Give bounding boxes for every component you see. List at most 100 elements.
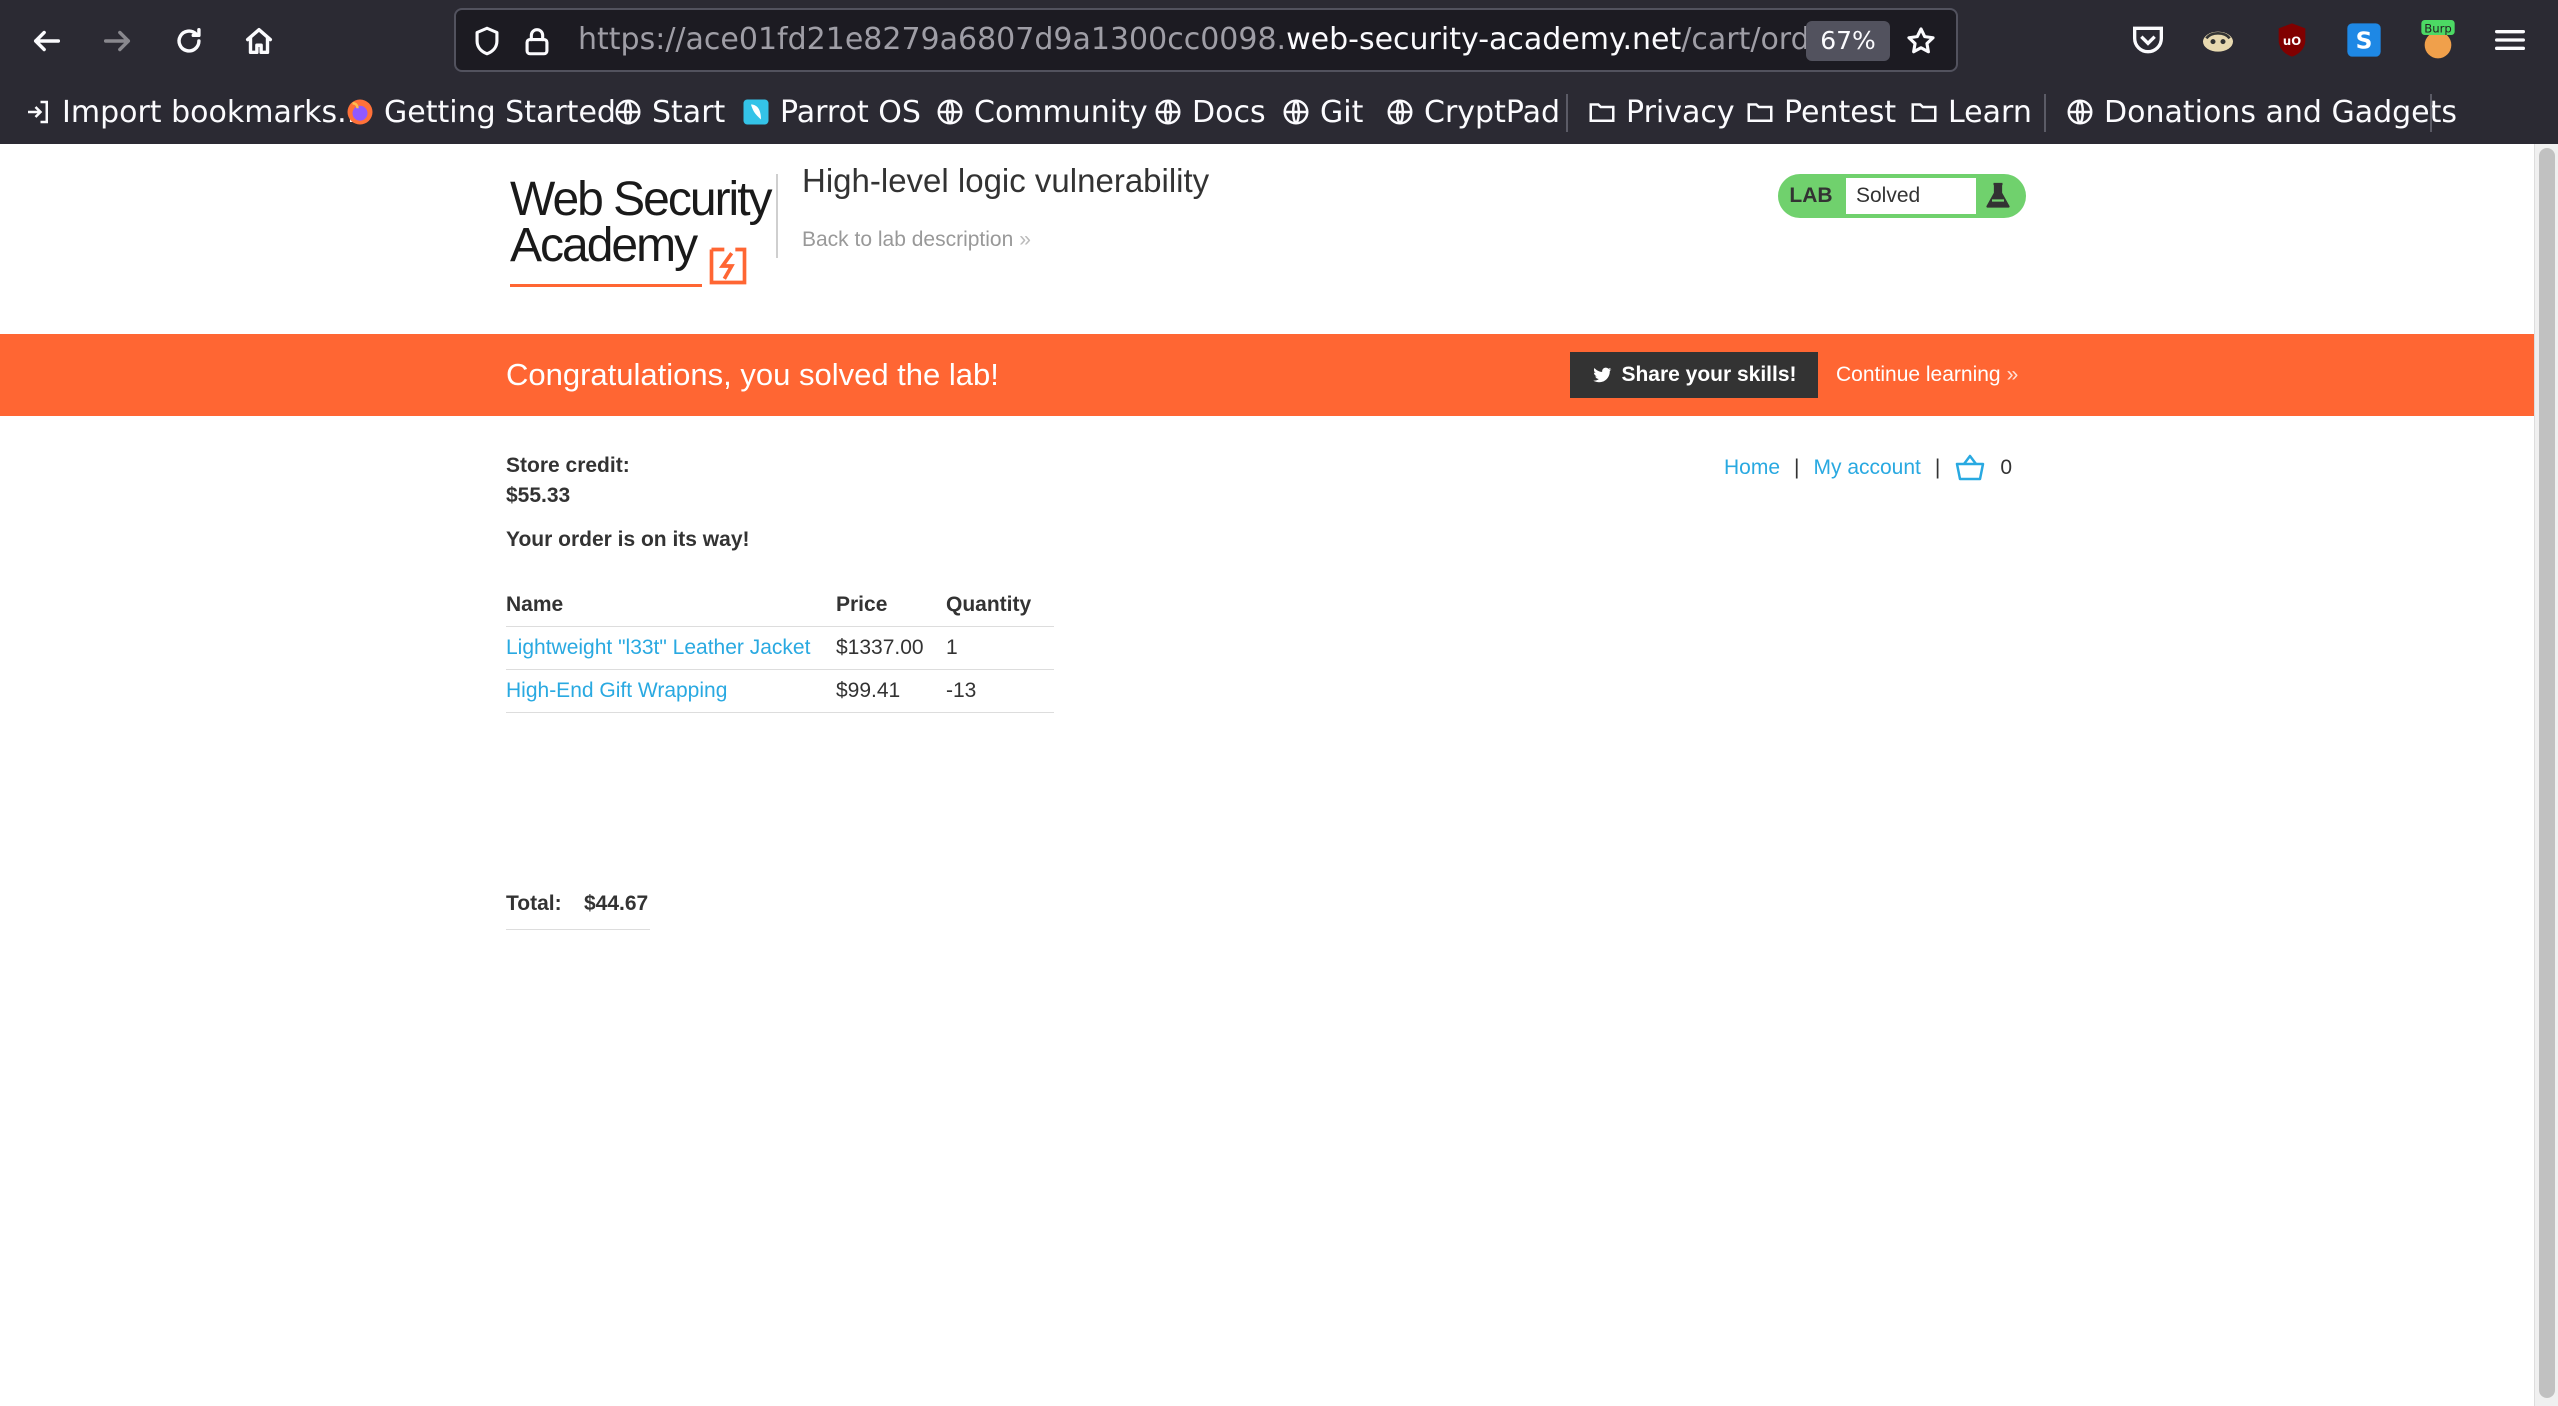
column-header-name: Name <box>506 584 836 627</box>
bookmark-getting-started[interactable]: Getting Started <box>344 84 616 140</box>
zoom-level[interactable]: 67% <box>1806 21 1890 61</box>
bookmark-import[interactable]: Import bookmarks... <box>22 84 366 140</box>
svg-text:uO: uO <box>2283 34 2301 48</box>
share-skills-button[interactable]: Share your skills! <box>1570 352 1818 398</box>
globe-icon <box>1280 96 1312 128</box>
double-chevron-right-icon: » <box>2006 363 2019 386</box>
bookmark-label: Getting Started <box>384 94 616 130</box>
bookmark-label: Parrot OS <box>780 94 921 130</box>
lab-status-text: Solved <box>1846 178 1976 214</box>
back-link-label: Back to lab description <box>802 228 1014 251</box>
url-host: web-security-academy.net <box>1286 22 1682 57</box>
table-row: Lightweight "l33t" Leather Jacket $1337.… <box>506 626 1054 670</box>
reload-button[interactable] <box>166 18 212 64</box>
url-prefix: https://ace01fd21e8279a6807d9a1300cc0098… <box>578 22 1287 57</box>
product-quantity: 1 <box>946 626 1054 670</box>
nav-separator: | <box>1934 456 1941 479</box>
bookmark-folder-learn[interactable]: Learn <box>1908 84 2032 140</box>
bookmark-label: Git <box>1320 94 1364 130</box>
burp-badge: Burp <box>2424 22 2452 36</box>
home-button[interactable] <box>236 18 282 64</box>
bookmark-separator <box>2430 94 2432 132</box>
home-link[interactable]: Home <box>1724 456 1780 480</box>
parrot-icon <box>740 96 772 128</box>
import-icon <box>22 96 54 128</box>
folder-icon <box>1908 96 1940 128</box>
column-header-price: Price <box>836 584 946 627</box>
bookmark-label: Start <box>652 94 726 130</box>
product-quantity: -13 <box>946 669 1054 713</box>
lock-icon[interactable] <box>520 24 554 58</box>
bookmark-separator <box>2044 94 2046 132</box>
bookmark-label: CryptPad <box>1424 94 1561 130</box>
product-link[interactable]: Lightweight "l33t" Leather Jacket <box>506 636 810 659</box>
s-extension-icon[interactable]: S <box>2344 20 2384 60</box>
lab-status-badge: LAB Solved <box>1778 174 2026 218</box>
bookmark-start[interactable]: Start <box>612 84 725 140</box>
back-to-lab-description-link[interactable]: Back to lab description» <box>802 228 1031 252</box>
logo-bolt-icon <box>709 247 747 285</box>
bookmark-docs[interactable]: Docs <box>1152 84 1266 140</box>
banner-message: Congratulations, you solved the lab! <box>506 357 999 392</box>
shield-icon[interactable] <box>470 24 504 58</box>
globe-icon <box>934 96 966 128</box>
store-credit-label: Store credit: <box>506 454 630 477</box>
share-button-label: Share your skills! <box>1621 363 1797 386</box>
globe-icon <box>1152 96 1184 128</box>
bookmark-parrot-os[interactable]: Parrot OS <box>740 84 921 140</box>
continue-learning-link[interactable]: Continue learning» <box>1836 334 2018 416</box>
bookmark-folder-privacy[interactable]: Privacy <box>1586 84 1735 140</box>
account-nav: Home | My account | 0 <box>1724 453 2012 483</box>
table-header-row: Name Price Quantity <box>506 584 1054 627</box>
bookmark-label: Import bookmarks... <box>62 94 366 130</box>
logo-line2: Academy <box>510 219 698 272</box>
extension-icon[interactable] <box>2198 20 2238 60</box>
web-security-academy-logo[interactable]: Web Security Academy <box>506 168 776 288</box>
menu-icon[interactable] <box>2490 20 2530 60</box>
header-divider <box>776 174 778 258</box>
home-icon <box>245 27 273 55</box>
ublock-origin-icon[interactable]: uO <box>2272 20 2312 60</box>
bookmark-label: Pentest <box>1784 94 1897 130</box>
browser-toolbar: https://ace01fd21e8279a6807d9a1300cc0098… <box>0 0 2558 82</box>
bookmark-cryptpad[interactable]: CryptPad <box>1384 84 1560 140</box>
page-content: Web Security Academy High-level logic vu… <box>0 144 2534 1406</box>
back-button[interactable] <box>24 18 70 64</box>
scrollbar-thumb[interactable] <box>2539 148 2555 1398</box>
total-label: Total: <box>506 892 562 915</box>
product-link[interactable]: High-End Gift Wrapping <box>506 679 727 702</box>
bookmark-git[interactable]: Git <box>1280 84 1363 140</box>
bookmark-folder-pentest[interactable]: Pentest <box>1744 84 1896 140</box>
solved-banner: Congratulations, you solved the lab! Sha… <box>0 334 2534 416</box>
burp-proxy-icon[interactable]: Burp <box>2418 20 2458 60</box>
folder-icon <box>1744 96 1776 128</box>
bookmark-label: Privacy <box>1626 94 1735 130</box>
reload-icon <box>177 27 201 53</box>
my-account-link[interactable]: My account <box>1814 456 1921 480</box>
url-text[interactable]: https://ace01fd21e8279a6807d9a1300cc0098… <box>578 10 1858 70</box>
address-bar[interactable]: https://ace01fd21e8279a6807d9a1300cc0098… <box>454 8 1958 72</box>
product-name-cell: High-End Gift Wrapping <box>506 669 836 713</box>
double-chevron-right-icon: » <box>1019 228 1031 251</box>
flask-icon <box>1986 182 2010 208</box>
logo-underline <box>510 284 702 287</box>
product-price: $1337.00 <box>836 626 946 670</box>
folder-icon <box>1586 96 1618 128</box>
page-scrollbar[interactable] <box>2534 144 2558 1406</box>
bookmark-community[interactable]: Community <box>934 84 1148 140</box>
arrow-right-icon <box>103 30 131 52</box>
bookmark-star-icon[interactable] <box>1904 24 1938 58</box>
arrow-left-icon <box>33 30 61 52</box>
globe-icon <box>2064 96 2096 128</box>
browser-chrome: https://ace01fd21e8279a6807d9a1300cc0098… <box>0 0 2558 144</box>
bookmark-donations[interactable]: Donations and Gadgets <box>2064 84 2457 140</box>
forward-button[interactable] <box>94 18 140 64</box>
lab-badge-label: LAB <box>1789 184 1833 207</box>
table-row: High-End Gift Wrapping $99.41 -13 <box>506 669 1054 713</box>
bookmark-label: Donations and Gadgets <box>2104 94 2458 130</box>
pocket-icon[interactable] <box>2128 20 2168 60</box>
globe-icon <box>1384 96 1416 128</box>
bookmark-label: Docs <box>1192 94 1266 130</box>
cart-icon[interactable] <box>1954 453 1986 483</box>
twitter-icon <box>1593 367 1613 383</box>
